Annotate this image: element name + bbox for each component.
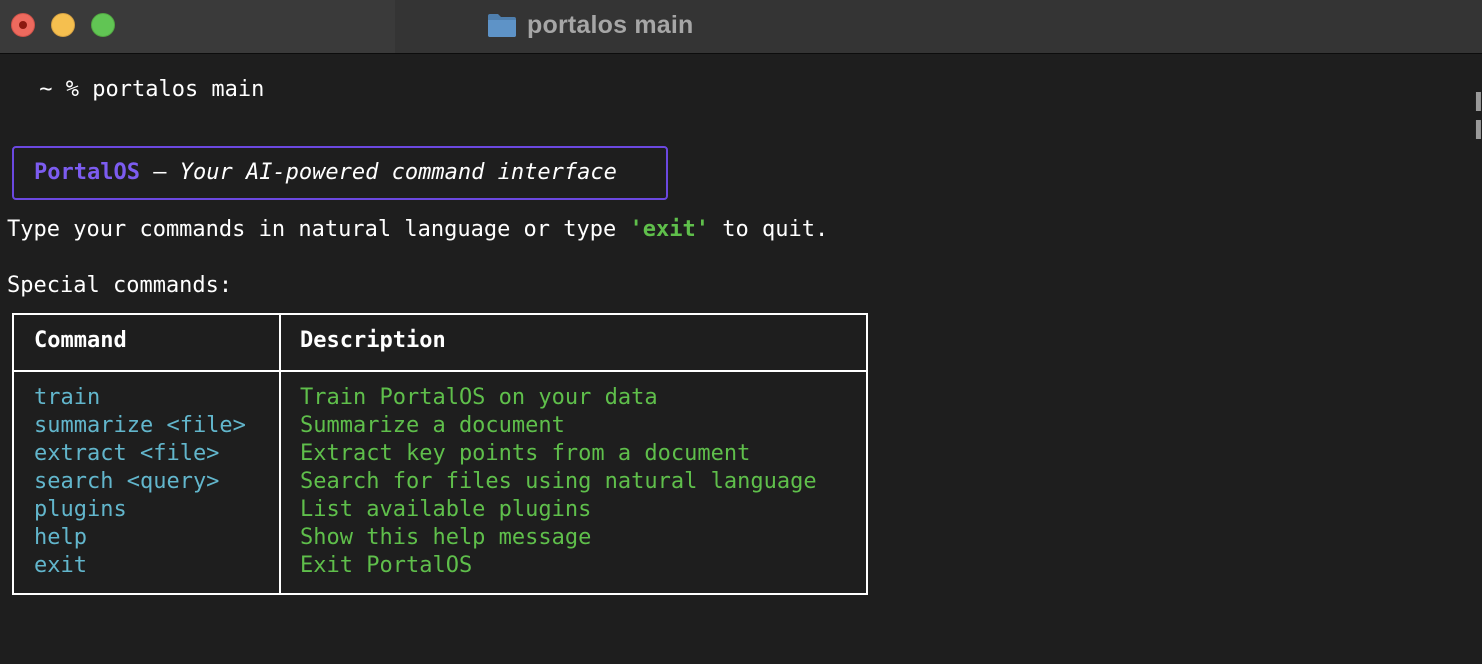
scrollback-edge-marks: ▌ ▌	[1476, 92, 1482, 139]
command-summarize: summarize <file>	[34, 413, 246, 438]
banner-text: PortalOS — Your AI-powered command inter…	[34, 159, 617, 187]
command-extract: extract <file>	[34, 441, 220, 466]
command-column: train summarize <file> extract <file> se…	[34, 384, 246, 580]
close-window-button[interactable]	[11, 13, 35, 37]
minimize-window-button[interactable]	[51, 13, 75, 37]
exit-keyword: 'exit'	[629, 217, 710, 242]
description-exit: Exit PortalOS	[300, 553, 473, 578]
description-search: Search for files using natural language	[300, 469, 817, 494]
description-column: Train PortalOS on your data Summarize a …	[300, 384, 817, 580]
terminal-window: portalos main ~ % portalos main PortalOS…	[0, 0, 1482, 664]
description-extract: Extract key points from a document	[300, 441, 751, 466]
command-plugins: plugins	[34, 497, 127, 522]
description-summarize: Summarize a document	[300, 413, 565, 438]
instruction-before: Type your commands in natural language o…	[7, 217, 630, 242]
commands-table: Command Description train summarize <fil…	[12, 313, 868, 595]
brand-name: PortalOS	[34, 160, 140, 185]
folder-icon	[488, 14, 516, 37]
title-bar[interactable]: portalos main	[0, 0, 1482, 54]
description-plugins: List available plugins	[300, 497, 592, 522]
description-train: Train PortalOS on your data	[300, 385, 658, 410]
header-command: Command	[34, 328, 127, 353]
command-help: help	[34, 525, 87, 550]
welcome-banner: PortalOS — Your AI-powered command inter…	[12, 146, 668, 200]
banner-tagline: Your AI-powered command interface	[179, 160, 617, 185]
window-title-group: portalos main	[487, 10, 694, 40]
command-exit: exit	[34, 553, 87, 578]
instruction-line: Type your commands in natural language o…	[7, 216, 828, 244]
banner-separator: —	[139, 160, 180, 185]
zoom-window-button[interactable]	[91, 13, 115, 37]
command-search: search <query>	[34, 469, 220, 494]
terminal-output[interactable]: ~ % portalos main PortalOS — Your AI-pow…	[0, 54, 1482, 664]
description-help: Show this help message	[300, 525, 592, 550]
instruction-after: to quit.	[709, 217, 829, 242]
window-title: portalos main	[527, 10, 694, 39]
command-train: train	[34, 385, 101, 410]
special-commands-heading: Special commands:	[7, 273, 233, 298]
close-icon	[12, 14, 34, 36]
table-header-divider	[14, 370, 866, 372]
shell-prompt-line: ~ % portalos main	[26, 77, 265, 102]
table-column-divider	[279, 315, 281, 593]
header-description: Description	[300, 328, 446, 353]
